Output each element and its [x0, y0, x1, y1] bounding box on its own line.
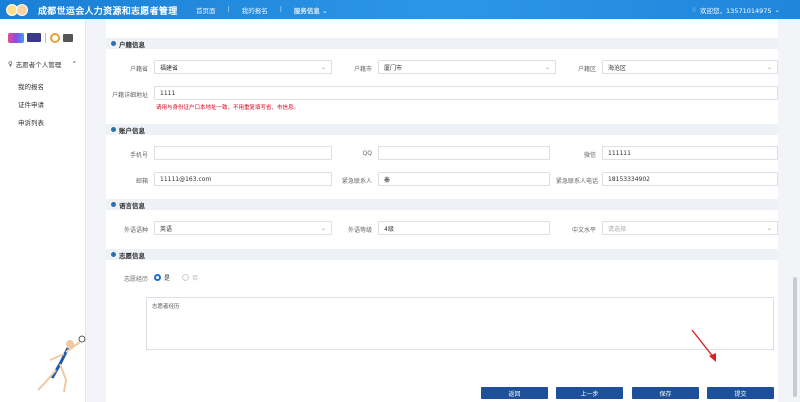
city-label: 户籍市 [353, 66, 372, 73]
province-label: 户籍省 [129, 66, 148, 73]
nav-my-registration[interactable]: 我的报名 [242, 5, 268, 15]
chevron-down-icon: ⌄ [320, 225, 326, 232]
top-navigation-bar: 成都世运会人力资源和志愿者管理 首页面 | 我的报名 | 服务信息 ⌄ ♢ 欢迎… [0, 0, 800, 19]
wechat-label: 微信 [583, 152, 596, 159]
sidebar-item-my-registration[interactable]: 我的报名 [0, 75, 85, 93]
user-greeting: 欢迎您，13571014975 [700, 7, 772, 15]
mascot-logo [6, 2, 32, 17]
phone-input[interactable] [154, 146, 332, 160]
foreign-language-select[interactable]: 英语 ⌄ [154, 221, 332, 235]
phone-label: 手机号 [129, 152, 148, 159]
scrollbar[interactable] [790, 19, 800, 402]
sidebar-item-certificate[interactable]: 证件申请 [0, 93, 85, 111]
qq-label: QQ [362, 150, 372, 157]
address-input[interactable]: 1111 [154, 86, 778, 100]
nav-separator: | [227, 5, 230, 13]
section-volunteer: 志愿信息 [106, 249, 778, 260]
radio-checked-icon [154, 274, 161, 281]
chevron-down-icon: ⌄ [766, 225, 772, 232]
address-warning: 请用与身份证户口本地址一致，不用重复填写省、市信息。 [156, 105, 300, 111]
section-household: 户籍信息 [106, 38, 778, 49]
city-select[interactable]: 厦门市 ⌄ [378, 60, 556, 74]
main-content: 户籍信息 户籍省 福建省 ⌄ 户籍市 厦门市 ⌄ 户籍区 海沧区 ⌄ 户籍详细地址 1… [106, 19, 778, 402]
sidebar: ♀ 志愿者个人管理 ⌃ 我的报名 证件申请 申诉列表 [0, 19, 86, 402]
radio-yes[interactable]: 是 [154, 273, 170, 282]
top-nav: 首页面 | 我的报名 | 服务信息 ⌄ [196, 5, 328, 15]
prev-step-button[interactable]: 上一步 [556, 387, 623, 399]
contact-phone-label: 紧急联系人电话 [555, 178, 598, 185]
chevron-up-icon: ⌃ [71, 60, 77, 68]
address-label: 户籍详细地址 [111, 92, 148, 99]
submit-button[interactable]: 提交 [707, 387, 774, 399]
foreign-language-label: 外语语种 [123, 227, 148, 234]
qq-input[interactable] [378, 146, 550, 160]
contact-label: 紧急联系人 [341, 178, 372, 185]
sidebar-group-label: 志愿者个人管理 [15, 61, 62, 69]
user-icon: ♀ [8, 60, 13, 68]
sidebar-group-volunteer[interactable]: ♀ 志愿者个人管理 ⌃ [0, 53, 85, 75]
section-account: 账户信息 [106, 124, 778, 135]
chevron-down-icon: ⌄ [544, 64, 550, 71]
chinese-level-select[interactable]: 请选择 ⌄ [602, 221, 778, 235]
volunteer-experience-textarea[interactable]: 志愿者经历 [146, 297, 774, 350]
wechat-input[interactable]: 111111 [602, 146, 778, 160]
scrollbar-thumb[interactable] [793, 277, 797, 397]
foreign-level-input[interactable]: 4级 [378, 221, 550, 235]
nav-separator: | [279, 5, 282, 13]
email-input[interactable]: 11111@163.com [154, 172, 332, 186]
sidebar-item-appeals[interactable]: 申诉列表 [0, 111, 85, 129]
contact-phone-input[interactable]: 18153334902 [602, 172, 778, 186]
athlete-illustration [37, 335, 86, 393]
brand-logos [0, 19, 85, 47]
volunteer-exp-label: 志愿经历 [123, 276, 148, 283]
chevron-down-icon[interactable]: ⌄ [775, 6, 780, 14]
district-select[interactable]: 海沧区 ⌄ [602, 60, 778, 74]
district-label: 户籍区 [577, 66, 596, 73]
back-button[interactable]: 返回 [481, 387, 548, 399]
nav-home[interactable]: 首页面 [196, 5, 216, 15]
app-title: 成都世运会人力资源和志愿者管理 [38, 7, 178, 17]
contact-input[interactable]: 秦 [378, 172, 550, 186]
section-language: 语言信息 [106, 199, 778, 210]
annotation-arrow-icon [691, 329, 716, 362]
foreign-level-label: 外语等级 [347, 227, 372, 234]
nav-service-info[interactable]: 服务信息 ⌄ [294, 5, 328, 15]
save-button[interactable]: 保存 [632, 387, 699, 399]
radio-unchecked-icon [182, 274, 189, 281]
user-info[interactable]: ♢ 欢迎您，13571014975 ⌄ [691, 5, 780, 15]
bell-icon[interactable]: ♢ [691, 6, 697, 14]
email-label: 邮箱 [135, 178, 148, 185]
chevron-down-icon: ⌄ [320, 64, 326, 71]
radio-no[interactable]: 否 [182, 273, 198, 282]
chevron-down-icon: ⌄ [766, 64, 772, 71]
province-select[interactable]: 福建省 ⌄ [154, 60, 332, 74]
chinese-level-label: 中文水平 [571, 227, 596, 234]
